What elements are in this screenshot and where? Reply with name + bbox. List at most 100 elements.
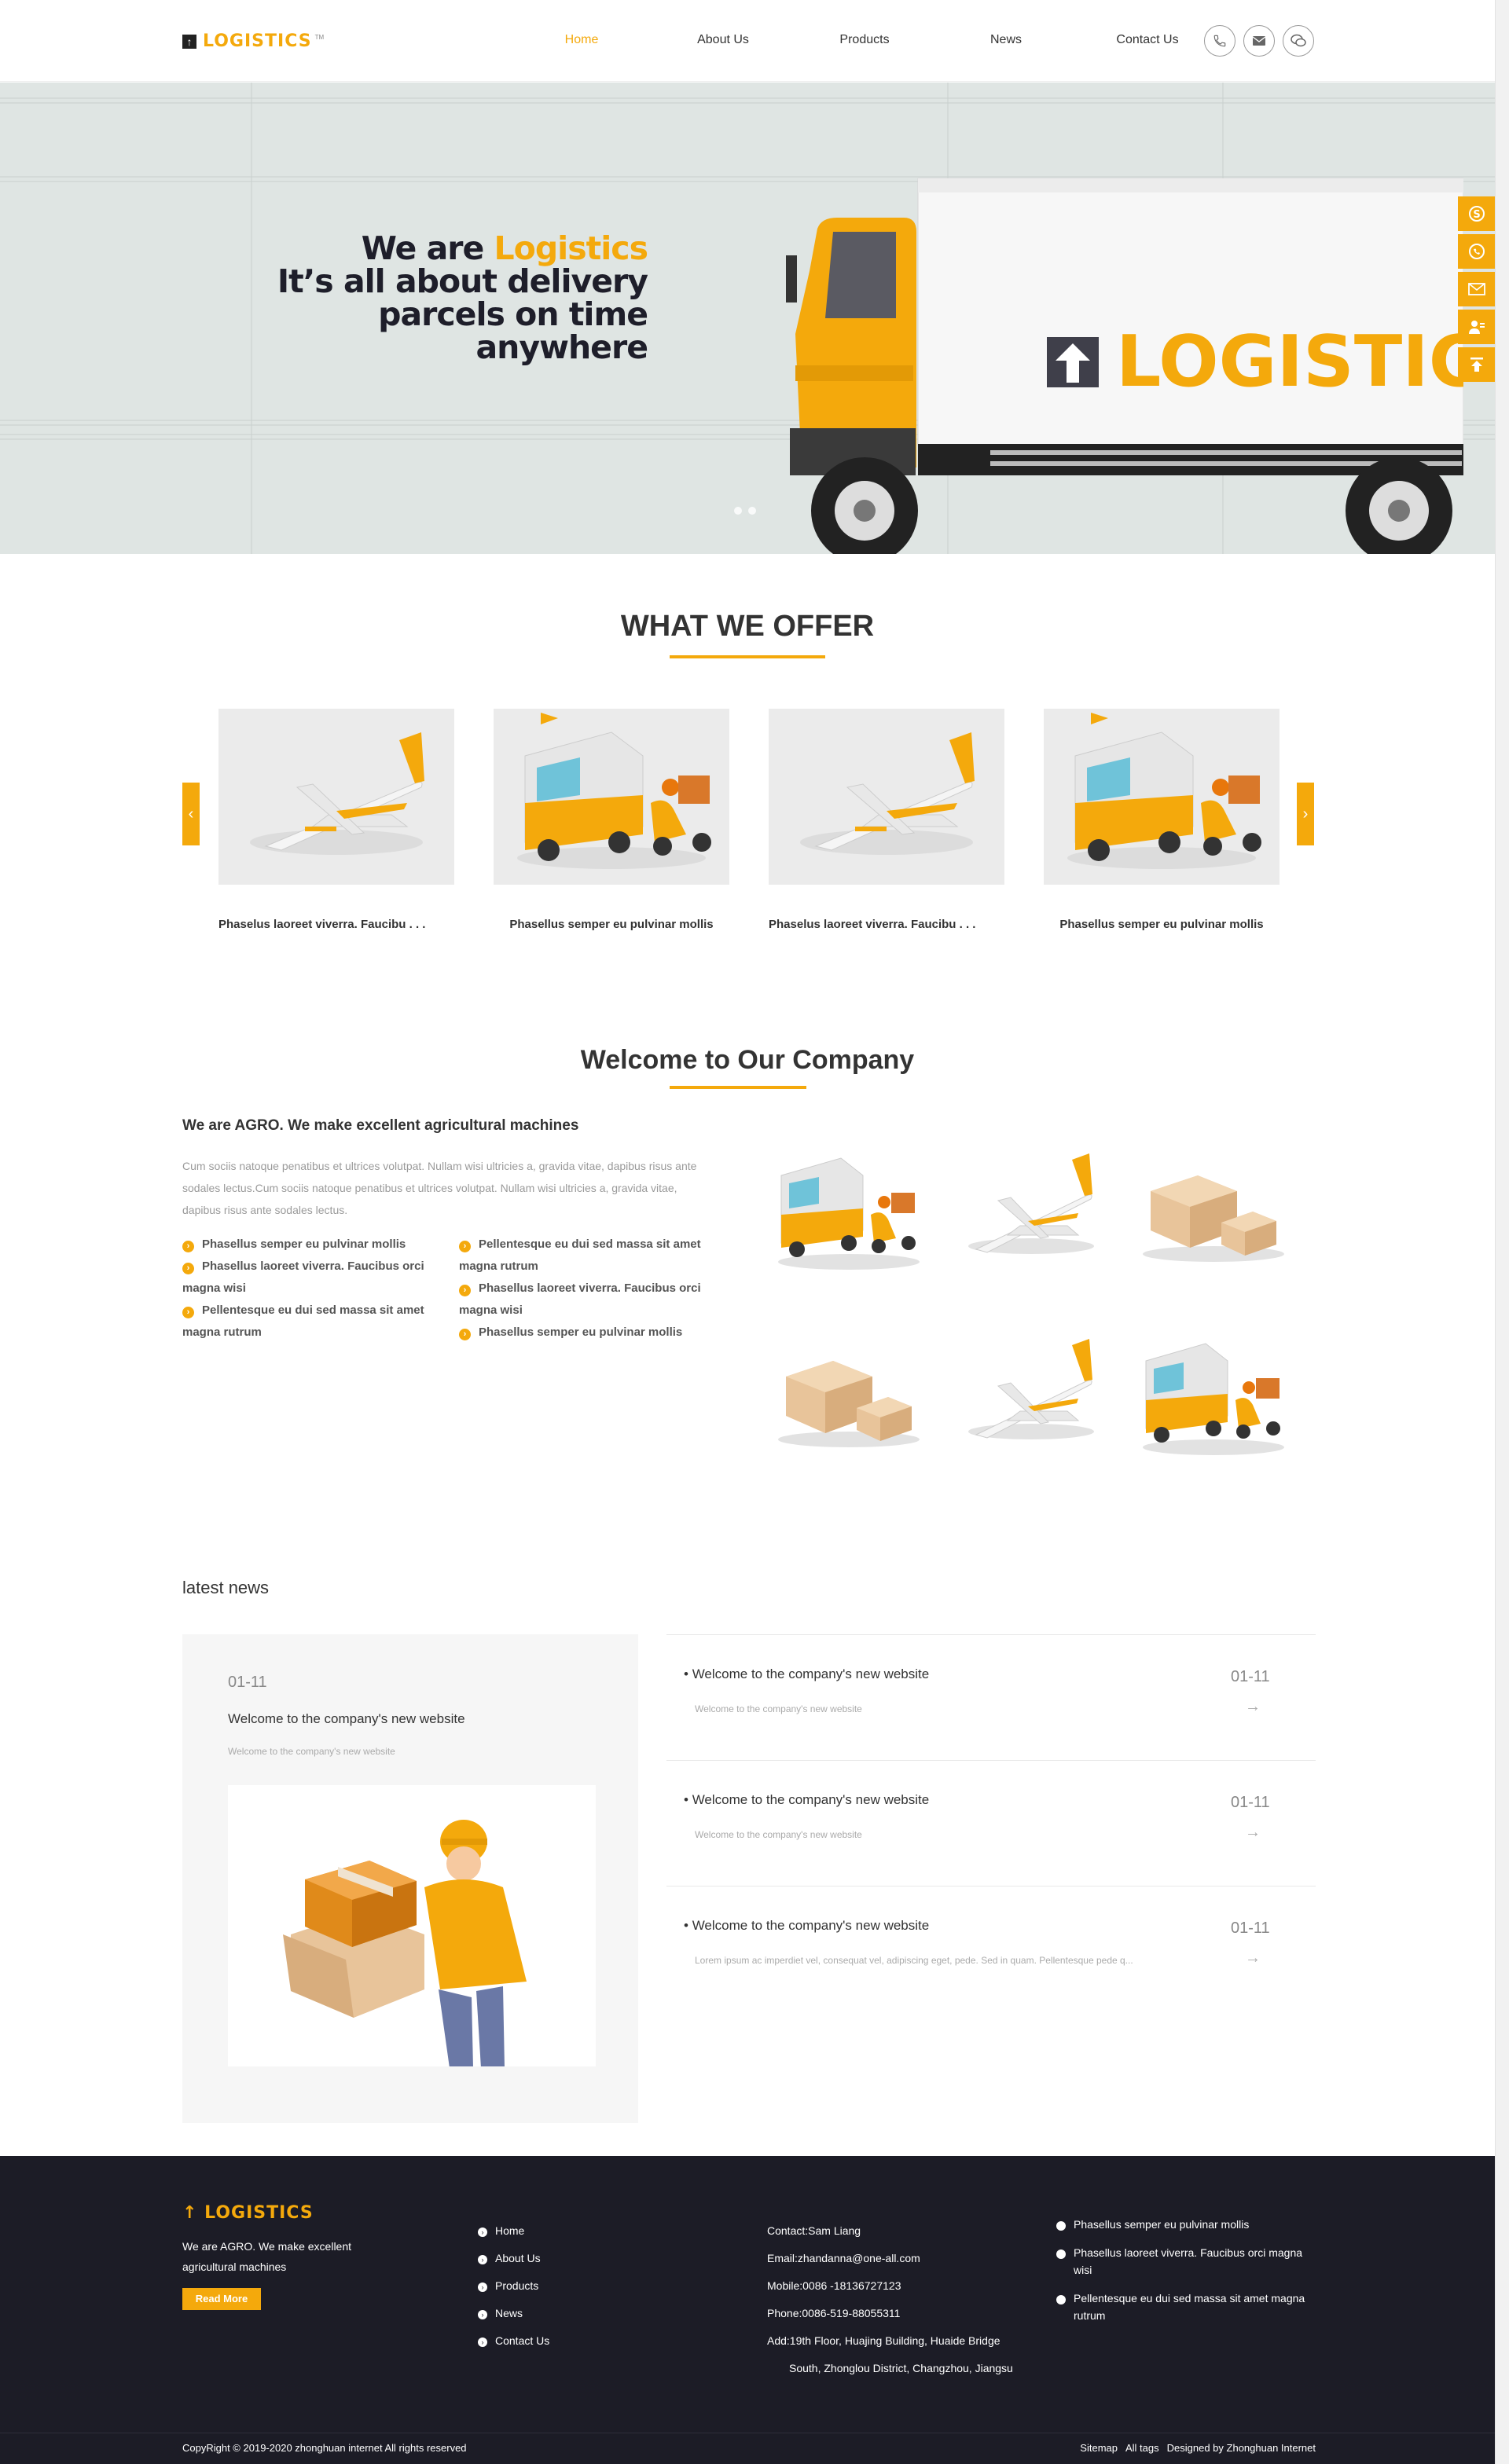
nav-home[interactable]: Home	[511, 33, 652, 47]
nav-contact-us[interactable]: Contact Us	[1077, 33, 1218, 47]
feature-item: › Phasellus laoreet viverra. Faucibus orc…	[459, 1282, 701, 1317]
welcome-title-underline	[670, 1086, 806, 1089]
email-icon[interactable]	[1458, 272, 1495, 306]
chevron-right-icon: ›	[478, 2228, 487, 2237]
contact-icon[interactable]	[1458, 310, 1495, 344]
contact-address-line1: Add:19th Floor, Huajing Building, Huaide…	[767, 2334, 1000, 2347]
news-item-title[interactable]: • Welcome to the company's new website	[684, 1918, 929, 1934]
news-featured-image[interactable]	[228, 1785, 596, 2068]
sitemap-link[interactable]: Sitemap	[1080, 2442, 1118, 2454]
contact-email[interactable]: Email:zhandanna@one-all.com	[767, 2245, 1013, 2272]
whatsapp-icon[interactable]	[1458, 234, 1495, 269]
feature-item: › Phasellus semper eu pulvinar mollis	[182, 1234, 450, 1256]
news-item-summary: Lorem ipsum ac imperdiet vel, consequat …	[695, 1955, 1133, 1966]
nav-news[interactable]: News	[935, 33, 1077, 47]
airplane-icon	[800, 732, 975, 855]
back-to-top-icon[interactable]	[1458, 347, 1495, 382]
news-list-item[interactable]: • Welcome to the company's new website W…	[666, 1760, 1316, 1886]
news-item-title[interactable]: • Welcome to the company's new website	[684, 1792, 929, 1808]
contact-mobile: Mobile:0086 -18136727123	[767, 2279, 901, 2292]
footer-logo[interactable]: ↑ LOGISTICS	[182, 2203, 314, 2223]
truck-logistics-text: LOGISTIC	[1116, 321, 1463, 403]
phone-icon[interactable]	[1204, 25, 1235, 57]
news-list-item[interactable]: • Welcome to the company's new website W…	[666, 1634, 1316, 1760]
slider-dots	[734, 507, 756, 515]
welcome-title: Welcome to Our Company	[580, 1045, 915, 1075]
site-footer: ↑ LOGISTICS We are AGRO. We make excelle…	[0, 2156, 1495, 2464]
chevron-right-icon: ›	[478, 2255, 487, 2264]
chevron-right-icon: ›	[1052, 2221, 1066, 2231]
airplane-icon	[250, 732, 424, 855]
arrow-right-icon: ›	[459, 1285, 471, 1296]
arrow-right-icon[interactable]: →	[1245, 1949, 1261, 1967]
footer-link-about-us[interactable]: › About Us	[478, 2245, 549, 2272]
news-featured-card[interactable]: 01-11 Welcome to the company's new websi…	[182, 1634, 638, 2123]
news-item-title[interactable]: • Welcome to the company's new website	[684, 1666, 929, 1682]
designer-link[interactable]: Designed by Zhonghuan Internet	[1167, 2442, 1316, 2454]
news-list-item[interactable]: • Welcome to the company's new website L…	[666, 1886, 1316, 2011]
slider-dot-1[interactable]	[734, 507, 742, 515]
all-tags-link[interactable]: All tags	[1125, 2442, 1159, 2454]
offer-caption-4[interactable]: Phasellus semper eu pulvinar mollis	[1044, 918, 1280, 931]
footer-description: We are AGRO. We make excellent agricultu…	[182, 2240, 352, 2273]
arrow-right-icon[interactable]: →	[1245, 1824, 1261, 1842]
svg-text:S: S	[1473, 209, 1480, 221]
contact-phone: Phone:0086-519-88055311	[767, 2307, 901, 2319]
arrow-right-icon: ›	[182, 1307, 194, 1318]
news-featured-title[interactable]: Welcome to the company's new website	[228, 1711, 465, 1727]
courier-with-box-image	[283, 1820, 527, 2068]
offer-prev-button[interactable]: ‹	[182, 783, 200, 845]
offer-card-2[interactable]	[494, 709, 729, 885]
scrollbar[interactable]	[1495, 0, 1509, 2464]
bullet-icon: •	[684, 1792, 692, 1807]
hero-line3: parcels on time	[378, 295, 648, 333]
read-more-button[interactable]: Read More	[182, 2288, 261, 2310]
arrow-right-icon[interactable]: →	[1245, 1698, 1261, 1716]
chevron-right-icon: ›	[1052, 2295, 1066, 2304]
offer-caption-3[interactable]: Phaselus laoreet viverra. Faucibu . . .	[769, 918, 1004, 931]
delivery-truck-icon	[1067, 713, 1261, 869]
logo[interactable]: ↑ LOGISTICS TM	[182, 31, 324, 51]
offer-caption-2[interactable]: Phasellus semper eu pulvinar mollis	[494, 918, 729, 931]
hero-truck-image: LOGISTIC	[786, 178, 1463, 554]
offer-title-underline	[670, 655, 825, 658]
chevron-right-icon: ›	[478, 2282, 487, 2292]
offer-card-4[interactable]	[1044, 709, 1280, 885]
arrow-right-icon: ›	[182, 1241, 194, 1252]
slider-dot-2[interactable]	[748, 507, 756, 515]
footer-link-home[interactable]: › Home	[478, 2217, 549, 2245]
news-featured-summary: Welcome to the company's new website	[228, 1746, 395, 1757]
skype-icon[interactable]: S	[1458, 196, 1495, 231]
hero-headline: We are Logistics It’s all about delivery…	[277, 232, 648, 364]
footer-news-item[interactable]: › Phasellus laoreet viverra. Faucibus orc…	[1052, 2244, 1316, 2279]
logo-text: LOGISTICS	[203, 31, 312, 51]
feature-item: › Pellentesque eu dui sed massa sit amet …	[182, 1304, 424, 1339]
wechat-icon[interactable]	[1283, 25, 1314, 57]
footer-link-products[interactable]: › Products	[478, 2272, 549, 2300]
welcome-paragraph: Cum sociis natoque penatibus et ultrices…	[182, 1160, 697, 1216]
footer-news: › Phasellus semper eu pulvinar mollis › Ph…	[1052, 2216, 1316, 2335]
hero-line2: It’s all about delivery	[277, 262, 648, 300]
nav-products[interactable]: Products	[794, 33, 935, 47]
footer-news-item[interactable]: › Phasellus semper eu pulvinar mollis	[1052, 2216, 1316, 2233]
footer-link-contact-us[interactable]: › Contact Us	[478, 2327, 549, 2355]
footer-link-news[interactable]: › News	[478, 2300, 549, 2327]
news-section-title: latest news	[182, 1578, 270, 1597]
footer-bottom-links: Sitemap All tags Designed by Zhonghuan I…	[1080, 2442, 1316, 2454]
welcome-heading: We are AGRO. We make excellent agricultu…	[182, 1117, 579, 1134]
news-item-date: 01-11	[1231, 1920, 1270, 1937]
bullet-icon: •	[684, 1666, 692, 1681]
arrow-right-icon: ›	[459, 1329, 471, 1340]
chevron-right-icon: ›	[1052, 2250, 1066, 2259]
nav-about-us[interactable]: About Us	[652, 33, 794, 47]
welcome-image-airplane	[968, 1153, 1094, 1254]
offer-next-button[interactable]: ›	[1297, 783, 1314, 845]
offer-caption-1[interactable]: Phaselus laoreet viverra. Faucibu . . .	[218, 918, 454, 931]
offer-card-3[interactable]	[769, 709, 1004, 885]
footer-news-item[interactable]: › Pellentesque eu dui sed massa sit amet …	[1052, 2290, 1316, 2324]
news-item-date: 01-11	[1231, 1794, 1270, 1811]
arrow-right-icon: ›	[459, 1241, 471, 1252]
offer-card-1[interactable]	[218, 709, 454, 885]
hero-line1-prefix: We are	[361, 229, 494, 267]
mail-icon[interactable]	[1243, 25, 1275, 57]
